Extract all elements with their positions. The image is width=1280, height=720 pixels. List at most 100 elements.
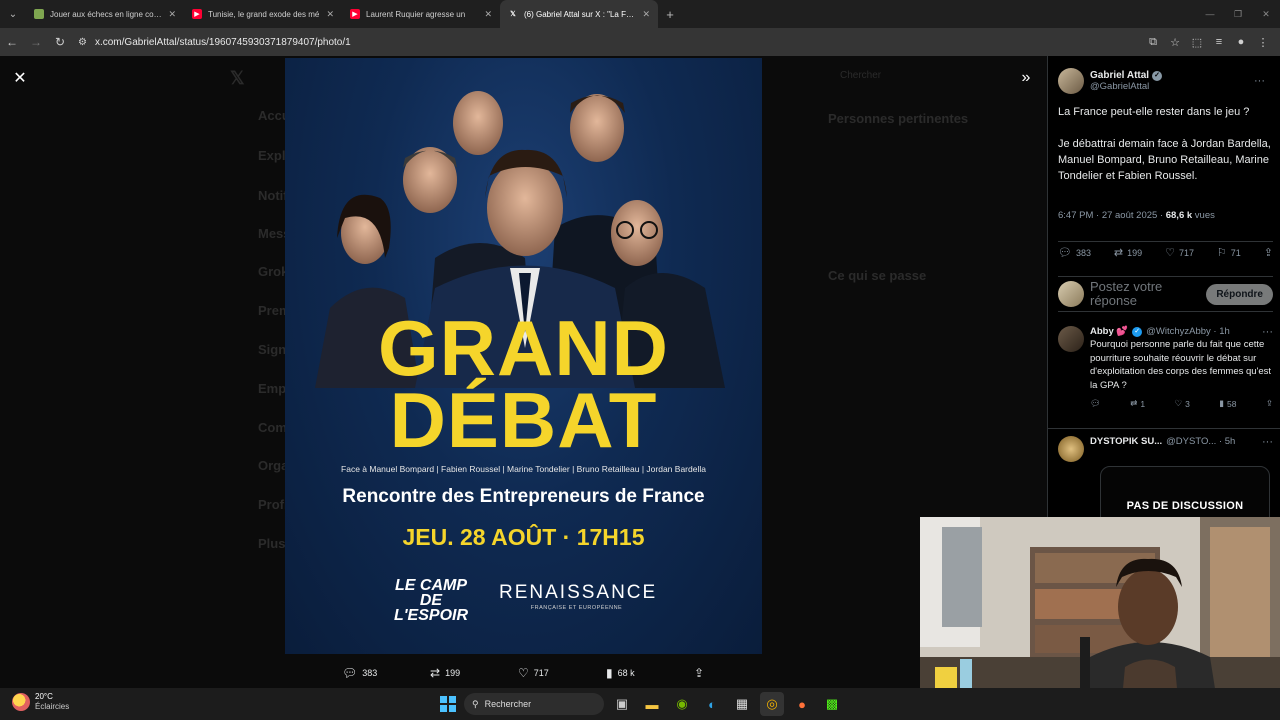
reply-action[interactable]: 💬︎ 383	[342, 666, 430, 680]
more-options-icon[interactable]: ···	[1262, 436, 1273, 448]
more-options-icon[interactable]: ···	[1254, 75, 1265, 87]
reply-tweet[interactable]: Abby 💕 ✓ @WitchyzAbby · 1h ··· Pourquoi …	[1058, 326, 1273, 409]
search-icon: ⚲	[472, 698, 479, 709]
bookmark-star-icon[interactable]: ☆	[1164, 36, 1186, 49]
reply-icon: 💬︎	[342, 666, 358, 680]
close-tab-icon[interactable]: ✕	[168, 9, 176, 20]
reply-share-button[interactable]: ⇪	[1266, 398, 1273, 409]
reply-tweet[interactable]: DYSTOPIK SU... @DYSTO... · 5h ··· PAS DE…	[1058, 436, 1273, 556]
reply-reply-button[interactable]: 💬︎	[1090, 398, 1101, 409]
close-photo-icon[interactable]: ✕	[10, 68, 30, 88]
like-action[interactable]: ♡ 717	[518, 666, 606, 680]
reply-views-button[interactable]: ▮ 58	[1219, 398, 1236, 409]
youtube-favicon-icon: ▶	[350, 9, 360, 19]
tweet-reply-button[interactable]: 💬︎ 383	[1058, 246, 1091, 259]
site-info-icon[interactable]: ⚙	[78, 37, 87, 48]
close-tab-icon[interactable]: ✕	[484, 9, 492, 20]
whats-happening-ghost: Ce qui se passe	[828, 268, 927, 283]
tweet-meta: 6:47 PM · 27 août 2025 · 68,6 k vues	[1058, 210, 1273, 221]
new-tab-icon[interactable]: +	[658, 7, 682, 22]
store-icon[interactable]: ▦	[730, 692, 754, 716]
reply-repost-count: 1	[1140, 398, 1146, 409]
windows-start-icon[interactable]	[438, 694, 458, 714]
author-handle[interactable]: @GabrielAttal	[1090, 81, 1162, 92]
reply-like-count: 3	[1185, 398, 1190, 409]
reply-author-name[interactable]: Abby 💕	[1090, 326, 1128, 337]
views-action[interactable]: ▮ 68 k	[606, 666, 694, 680]
expand-panel-icon[interactable]: »	[1016, 68, 1036, 88]
tweet-text-paragraph: Je débattrai demain face à Jordan Bardel…	[1058, 138, 1271, 182]
firefox-icon[interactable]: ●	[790, 692, 814, 716]
extensions-icon[interactable]: ⬚	[1186, 36, 1208, 49]
poster-event-date: JEU. 28 AOÛT · 17H15	[402, 524, 645, 550]
address-bar[interactable]: ⚙ x.com/GabrielAttal/status/196074593037…	[78, 32, 1108, 52]
browser-tab-bar: ⌄ Jouer aux échecs en ligne contre ✕ ▶ T…	[0, 0, 1280, 28]
install-app-icon[interactable]: ⧉	[1142, 36, 1164, 49]
x-favicon-icon: 𝕏	[510, 11, 516, 18]
reply-count: 383	[362, 668, 378, 678]
forward-icon[interactable]: →	[24, 28, 48, 56]
browser-tab-active[interactable]: 𝕏 (6) Gabriel Attal sur X : "La Franc ✕	[500, 0, 658, 28]
repost-action[interactable]: ⇄ 199	[430, 666, 518, 680]
reply-author-handle[interactable]: @WitchyzAbby · 1h	[1146, 326, 1230, 337]
repost-icon: ⇄	[430, 666, 441, 680]
share-action[interactable]: ⇪	[694, 666, 782, 680]
nvidia-icon[interactable]: ◉	[670, 692, 694, 716]
task-view-icon[interactable]: ▣	[610, 692, 634, 716]
tweet-view-count: 68,6 k	[1165, 210, 1193, 221]
verified-badge-icon: ✓	[1132, 326, 1143, 337]
reply-avatar[interactable]	[1058, 436, 1084, 462]
taskbar-search-label: Rechercher	[484, 699, 532, 709]
share-icon: ⇪	[694, 666, 705, 680]
taskbar-search[interactable]: ⚲ Rechercher	[464, 693, 604, 715]
reply-submit-button[interactable]: Répondre	[1206, 283, 1273, 305]
toolbar-actions: ⧉ ☆ ⬚ ≡ ● ⋮	[1142, 28, 1274, 56]
tweet-repost-button[interactable]: ⇄ 199	[1114, 246, 1142, 259]
file-explorer-icon[interactable]: ▬	[640, 692, 664, 716]
author-name[interactable]: Gabriel Attal	[1090, 70, 1149, 81]
reply-author-name[interactable]: DYSTOPIK SU...	[1090, 436, 1162, 447]
tweet-stats: 💬︎ 383 ⇄ 199 ♡ 717 ⚐ 71 ⇪	[1058, 241, 1273, 259]
browser-tab[interactable]: ▶ Tunisie, le grand exode des mé ✕	[184, 0, 342, 28]
share-icon: ⇪	[1263, 247, 1273, 259]
browser-tab[interactable]: ▶ Laurent Ruquier agresse un ✕	[342, 0, 500, 28]
reply-actions: 💬︎ ⇄ 1 ♡ 3 ▮ 58 ⇪	[1090, 398, 1273, 409]
tweet-bookmark-button[interactable]: ⚐ 71	[1217, 246, 1241, 259]
tab-title: Laurent Ruquier agresse un	[366, 9, 466, 19]
tweet-like-count: 717	[1178, 247, 1194, 258]
close-tab-icon[interactable]: ✕	[642, 9, 650, 20]
tweet-like-button[interactable]: ♡ 717	[1165, 246, 1194, 259]
menu-icon[interactable]: ⋮	[1252, 36, 1274, 49]
maximize-icon[interactable]: ❐	[1224, 0, 1252, 28]
reply-repost-button[interactable]: ⇄ 1	[1130, 398, 1145, 409]
tweet-timestamp[interactable]: 6:47 PM · 27 août 2025 ·	[1058, 210, 1166, 221]
search-ghost: Chercher	[840, 70, 882, 81]
kick-icon[interactable]: ▩	[820, 692, 844, 716]
reply-avatar[interactable]	[1058, 326, 1084, 352]
reply-view-count: 58	[1226, 398, 1237, 409]
reading-list-icon[interactable]: ≡	[1208, 36, 1230, 48]
tweet-author[interactable]: Gabriel Attal ✓ @GabrielAttal ···	[1058, 66, 1273, 96]
reply-input[interactable]: Postez votre réponse	[1090, 280, 1200, 308]
edge-icon[interactable]: ◐	[700, 692, 724, 716]
x-logo-icon: 𝕏	[230, 68, 245, 88]
back-icon[interactable]: ←	[0, 28, 24, 56]
minimize-icon[interactable]: —	[1196, 0, 1224, 28]
chrome-icon[interactable]: ◎	[760, 692, 784, 716]
tweet-reply-count: 383	[1075, 247, 1091, 258]
more-options-icon[interactable]: ···	[1262, 326, 1273, 338]
reload-icon[interactable]: ↻	[48, 28, 72, 56]
browser-tab[interactable]: Jouer aux échecs en ligne contre ✕	[26, 0, 184, 28]
tweet-share-button[interactable]: ⇪	[1264, 246, 1273, 259]
close-window-icon[interactable]: ✕	[1252, 0, 1280, 28]
close-tab-icon[interactable]: ✕	[326, 9, 334, 20]
profile-icon[interactable]: ●	[1230, 36, 1252, 48]
reply-author-handle[interactable]: @DYSTO... · 5h	[1166, 436, 1235, 447]
chess-favicon-icon	[34, 9, 44, 19]
author-avatar[interactable]	[1058, 68, 1084, 94]
tweet-text: La France peut-elle rester dans le jeu ?…	[1058, 104, 1273, 184]
photo-action-bar: 💬︎ 383 ⇄ 199 ♡ 717 ▮ 68 k ⇪	[342, 664, 782, 682]
reply-like-button[interactable]: ♡ 3	[1175, 398, 1190, 409]
weather-widget[interactable]: 20°C Éclaircies	[12, 692, 69, 712]
tab-search-chevron-icon[interactable]: ⌄	[0, 0, 26, 28]
